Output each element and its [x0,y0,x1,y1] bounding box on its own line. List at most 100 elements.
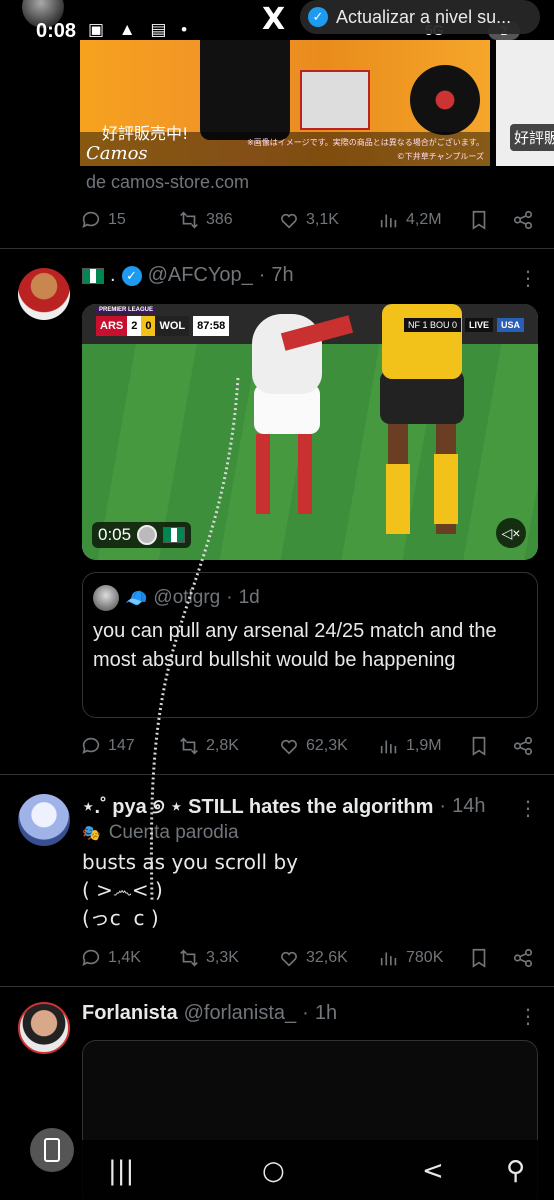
share-icon [513,736,533,756]
tweet2-actions: 147 2,8K 62,3K 1,9M [0,734,554,758]
share-button[interactable] [512,947,534,969]
card-caption: 好評販売中! [102,124,189,143]
share-button[interactable] [512,209,534,231]
upgrade-label: Actualizar a nivel su... [336,6,512,27]
tweet-header: . ✓ @AFCYop_ · 7h [82,264,294,287]
more-options-icon[interactable]: ⋮ [518,796,538,821]
player-yellow-figure [372,304,472,560]
repost-icon [180,211,198,229]
ad-card-image-2[interactable]: 好評販 [496,40,554,166]
status-icons: ▣ ▲ ▤ • [88,20,193,39]
repost-icon [180,737,198,755]
system-nav-bar: ||| ○ < ⚲ [0,1140,554,1200]
reply-icon [82,737,100,754]
views-button[interactable]: 1,9M [378,735,442,757]
card-brand: Camos [86,143,148,164]
views-icon [380,740,397,754]
quoted-tweet[interactable]: 🧢 @otlgrg · 1d you can pull any arsenal … [82,572,538,718]
heart-icon [281,213,297,229]
avatar [93,585,119,611]
bookmark-button[interactable] [468,735,490,757]
quoted-tweet-text: you can pull any arsenal 24/25 match and… [93,620,497,671]
repost-button[interactable]: 2,8K [178,735,239,757]
scorebug: PREMIER LEAGUE ARS 2 0 WOL 87:58 [96,307,230,336]
back-button[interactable]: < [422,1156,444,1186]
like-button[interactable]: 62,3K [278,735,348,757]
bookmark-icon [472,948,486,968]
handle[interactable]: @AFCYop_ [148,264,253,287]
vinyl-record-image [410,65,480,135]
card-copyright: ©下井草チャンプルーズ [396,152,484,161]
tshirt-image [200,40,290,140]
display-name[interactable]: ⋆.˚ pya ୭ ⋆ STILL hates the algorithm [82,794,433,819]
handle: @otlgrg [153,587,221,608]
home-button[interactable]: ○ [262,1156,285,1186]
avatar[interactable] [18,794,70,846]
tweet-header: ⋆.˚ pya ୭ ⋆ STILL hates the algorithm · … [82,794,486,819]
x-logo-icon[interactable]: X [262,2,285,37]
handle[interactable]: @forlanista_ [184,1002,297,1025]
tweet-text: busts as you scroll by ( >෴< ) (っc c ) [82,850,298,930]
reply-icon [82,949,100,966]
timestamp: 1d [238,587,260,608]
phone-mode-button[interactable] [30,1128,74,1172]
broadcast-bug: NF 1 BOU 0 LIVE USA [403,318,524,332]
mute-icon[interactable]: ◁× [496,518,526,548]
divider [0,248,554,249]
timestamp[interactable]: 14h [452,795,485,818]
repost-icon [180,949,198,967]
more-options-icon[interactable]: ⋮ [518,1004,538,1029]
views-icon [380,214,397,228]
nigeria-flag-icon [163,527,186,543]
display-name[interactable]: Forlanista [82,1002,178,1025]
views-button[interactable]: 4,2M [378,209,442,231]
repost-button[interactable]: 386 [178,209,233,231]
video-player[interactable]: PREMIER LEAGUE ARS 2 0 WOL 87:58 NF 1 BO… [82,304,538,560]
views-button[interactable]: 780K [378,947,443,969]
like-button[interactable]: 3,1K [278,209,339,231]
timestamp[interactable]: 1h [315,1002,337,1025]
link-source[interactable]: de camos-store.com [86,172,249,193]
player-red-figure [242,314,354,544]
bookmark-button[interactable] [468,209,490,231]
avatar[interactable] [18,268,70,320]
timestamp[interactable]: 7h [271,264,293,287]
divider [0,986,554,987]
cap-icon: 🧢 [125,587,148,608]
share-button[interactable] [512,735,534,757]
tweet1-actions: 15 386 3,1K 4,2M [0,208,554,232]
avatar[interactable] [18,1002,70,1054]
mask-icon: 🎭 [82,825,101,842]
ad-card-image[interactable]: 好評販売中! Camos ※画像はイメージです。実際の商品とは異なる場合がござい… [80,40,490,166]
like-button[interactable]: 32,6K [278,947,348,969]
share-icon [513,948,533,968]
more-options-icon[interactable]: ⋮ [518,266,538,291]
reply-button[interactable]: 1,4K [80,947,141,969]
bookmark-icon [472,210,486,230]
share-icon [513,210,533,230]
parody-label: 🎭 Cuenta parodia [82,822,239,843]
views-icon [380,952,397,966]
product-box-image [300,70,370,130]
reply-icon [82,211,100,228]
heart-icon [281,951,297,967]
bookmark-button[interactable] [468,947,490,969]
repost-button[interactable]: 3,3K [178,947,239,969]
reply-button[interactable]: 15 [80,209,126,231]
card2-caption: 好評販 [510,124,554,151]
accessibility-icon[interactable]: ⚲ [506,1156,525,1186]
recent-apps-button[interactable]: ||| [108,1156,134,1186]
user-icon [137,525,158,545]
verified-icon: ✓ [308,7,328,27]
status-time: 0:08 [36,20,77,42]
nigeria-flag-icon [82,267,104,284]
tweet-header: Forlanista @forlanista_ · 1h [82,1002,338,1025]
reply-button[interactable]: 147 [80,735,135,757]
heart-icon [281,739,297,755]
bookmark-icon [472,736,486,756]
phone-icon [44,1138,60,1162]
upgrade-banner[interactable]: ✓ Actualizar a nivel su... [300,0,540,34]
card-note: ※画像はイメージです。実際の商品とは異なる場合がございます。 [247,138,484,147]
video-duration: 0:05 [92,522,192,548]
display-name[interactable]: . [110,264,116,287]
